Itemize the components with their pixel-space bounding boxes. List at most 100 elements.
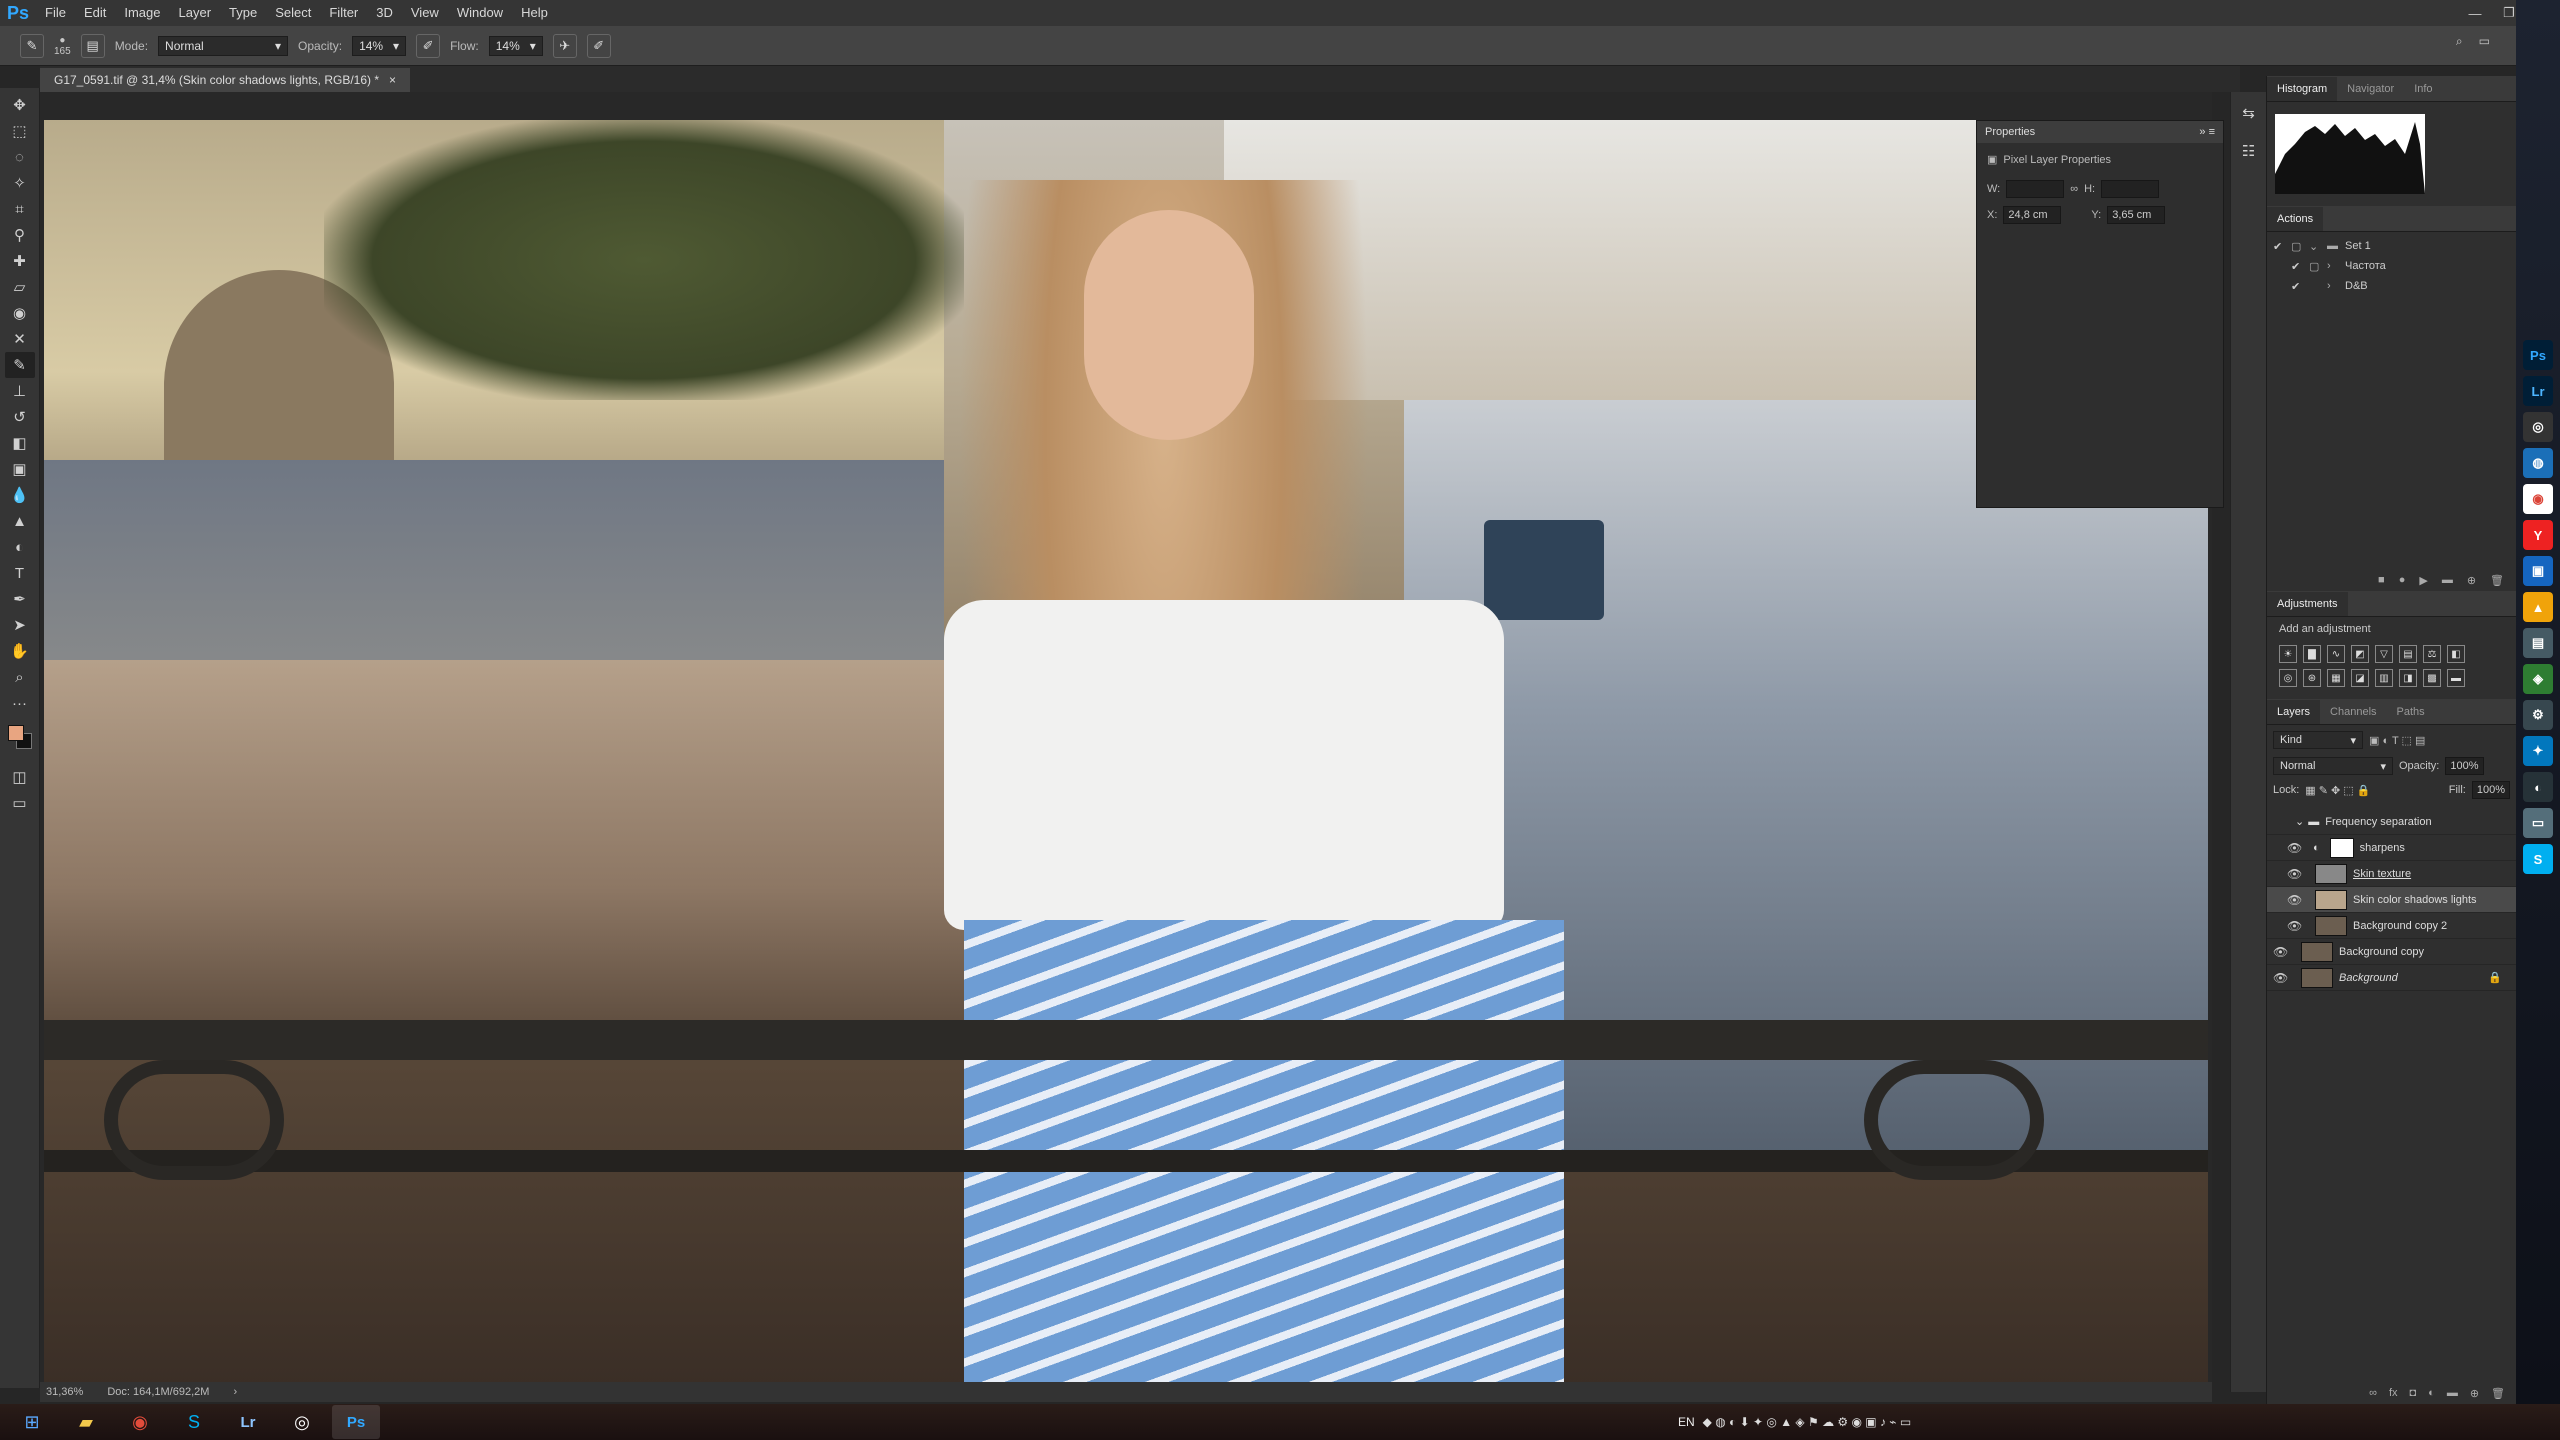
- screen-mode-icon[interactable]: ▭: [5, 790, 35, 816]
- black-white-icon[interactable]: ◧: [2447, 645, 2465, 663]
- new-set-icon[interactable]: ▬: [2442, 574, 2453, 587]
- hue-saturation-icon[interactable]: ▤: [2399, 645, 2417, 663]
- menu-edit[interactable]: Edit: [75, 0, 115, 26]
- close-icon[interactable]: ×: [389, 73, 396, 87]
- search-icon[interactable]: ⌕: [2456, 34, 2463, 49]
- record-icon[interactable]: ●: [2399, 574, 2406, 587]
- x-field[interactable]: 24,8 cm: [2003, 206, 2062, 224]
- chevron-right-icon[interactable]: ›: [2327, 260, 2339, 272]
- eye-icon[interactable]: 👁: [2287, 919, 2309, 933]
- tab-paths[interactable]: Paths: [2387, 700, 2435, 724]
- eye-icon[interactable]: 👁: [2273, 945, 2295, 959]
- menu-help[interactable]: Help: [512, 0, 557, 26]
- new-layer-icon[interactable]: ⊕: [2470, 1387, 2479, 1400]
- chrome-app-icon[interactable]: ◉: [2523, 484, 2553, 514]
- color-balance-icon[interactable]: ⚖: [2423, 645, 2441, 663]
- vibrance-icon[interactable]: ▽: [2375, 645, 2393, 663]
- document-app-icon[interactable]: ▤: [2523, 628, 2553, 658]
- eye-icon[interactable]: 👁: [2287, 867, 2309, 881]
- canvas-area[interactable]: [40, 92, 2212, 1384]
- action-item[interactable]: ✔ ▢ › Частота: [2273, 256, 2510, 276]
- layer-row[interactable]: 👁 Background copy 2: [2267, 913, 2516, 939]
- save-app-icon[interactable]: ▣: [2523, 556, 2553, 586]
- invert-icon[interactable]: ◪: [2351, 669, 2369, 687]
- photoshop-app-icon[interactable]: Ps: [2523, 340, 2553, 370]
- history-brush-tool-icon[interactable]: ↺: [5, 404, 35, 430]
- lock-icons[interactable]: ▦ ✎ ✥ ⬚ 🔒: [2305, 784, 2370, 797]
- new-action-icon[interactable]: ⊕: [2467, 574, 2476, 587]
- menu-file[interactable]: File: [36, 0, 75, 26]
- new-group-icon[interactable]: ▬: [2447, 1387, 2458, 1400]
- skype-icon[interactable]: S: [170, 1405, 218, 1439]
- trash-icon[interactable]: 🗑: [2490, 574, 2504, 587]
- workspace-icon[interactable]: ▭: [2479, 34, 2490, 49]
- eraser-tool-icon[interactable]: ◧: [5, 430, 35, 456]
- selective-color-icon[interactable]: ▩: [2423, 669, 2441, 687]
- fill-field[interactable]: 100%: [2471, 781, 2510, 799]
- media-app-icon[interactable]: ◐: [2523, 772, 2553, 802]
- tab-actions[interactable]: Actions: [2267, 207, 2324, 231]
- pen-tool-icon[interactable]: ✒: [5, 586, 35, 612]
- minimize-button[interactable]: —: [2458, 0, 2492, 26]
- lightroom-app-icon[interactable]: Lr: [2523, 376, 2553, 406]
- tray-icons[interactable]: ◆ ◍ ◐ ⬇ ✦ ◎ ▲ ◈ ⚑ ☁ ⚙ ◉ ▣ ♪ ⌁ ▭: [1703, 1415, 1912, 1429]
- panel-menu-icon[interactable]: » ≡: [2199, 126, 2215, 138]
- chrome-icon[interactable]: ◉: [116, 1405, 164, 1439]
- layer-opacity-field[interactable]: 100%: [2445, 757, 2484, 775]
- tab-adjustments[interactable]: Adjustments: [2267, 592, 2348, 616]
- tab-channels[interactable]: Channels: [2320, 700, 2386, 724]
- eye-icon[interactable]: 👁: [2287, 893, 2309, 907]
- airbrush-icon[interactable]: ✈: [552, 33, 577, 58]
- network-app-icon[interactable]: ◈: [2523, 664, 2553, 694]
- menu-view[interactable]: View: [402, 0, 448, 26]
- globe-app-icon[interactable]: ◍: [2523, 448, 2553, 478]
- layer-row[interactable]: 👁 ◐ sharpens: [2267, 835, 2516, 861]
- document-tab[interactable]: G17_0591.tif @ 31,4% (Skin color shadows…: [40, 68, 411, 92]
- start-button[interactable]: ⊞: [8, 1405, 56, 1439]
- dialog-toggle-icon[interactable]: ▢: [2309, 260, 2321, 273]
- type-tool-icon[interactable]: T: [5, 560, 35, 586]
- check-icon[interactable]: ✔: [2291, 260, 2303, 273]
- color-swatches[interactable]: [5, 722, 35, 758]
- menu-image[interactable]: Image: [115, 0, 169, 26]
- brightness-icon[interactable]: ☀: [2279, 645, 2297, 663]
- warning-app-icon[interactable]: ▲: [2523, 592, 2553, 622]
- chevron-right-icon[interactable]: ›: [2327, 280, 2339, 292]
- tab-info[interactable]: Info: [2404, 77, 2442, 101]
- link-layers-icon[interactable]: ∞: [2369, 1387, 2377, 1400]
- clone-stamp-tool-icon[interactable]: ⊥: [5, 378, 35, 404]
- tab-histogram[interactable]: Histogram: [2267, 77, 2338, 101]
- blend-mode-select[interactable]: Normal ▾: [2273, 757, 2393, 775]
- chevron-right-icon[interactable]: ›: [233, 1386, 237, 1398]
- pressure-size-icon[interactable]: ✐: [586, 33, 611, 58]
- move-tool-icon[interactable]: ✥: [5, 92, 35, 118]
- play-icon[interactable]: ▶: [2419, 574, 2427, 587]
- gradient-tool-icon[interactable]: ▣: [5, 456, 35, 482]
- dialog-toggle-icon[interactable]: ▢: [2291, 240, 2303, 253]
- photoshop-icon[interactable]: Ps: [332, 1405, 380, 1439]
- properties-panel-icon[interactable]: ☷: [2234, 138, 2264, 164]
- sharpen-tool-icon[interactable]: ▲: [5, 508, 35, 534]
- layer-row[interactable]: 👁 Skin texture: [2267, 861, 2516, 887]
- document-canvas[interactable]: [44, 120, 2208, 1384]
- patch-tool-icon[interactable]: ▱: [5, 274, 35, 300]
- y-field[interactable]: 3,65 cm: [2107, 206, 2166, 224]
- path-select-tool-icon[interactable]: ➤: [5, 612, 35, 638]
- tab-navigator[interactable]: Navigator: [2337, 77, 2404, 101]
- posterize-icon[interactable]: ▥: [2375, 669, 2393, 687]
- color-lookup-icon[interactable]: ▦: [2327, 669, 2345, 687]
- photo-filter-icon[interactable]: ◎: [2279, 669, 2297, 687]
- layer-row-selected[interactable]: 👁 Skin color shadows lights: [2267, 887, 2516, 913]
- blur-tool-icon[interactable]: 💧: [5, 482, 35, 508]
- w-field[interactable]: [2006, 180, 2065, 198]
- flow-field[interactable]: 14% ▾: [488, 35, 543, 56]
- language-indicator[interactable]: EN: [1678, 1415, 1695, 1429]
- drive-app-icon[interactable]: ▭: [2523, 808, 2553, 838]
- menu-filter[interactable]: Filter: [320, 0, 367, 26]
- brush-tool-icon[interactable]: ✎: [4, 352, 35, 378]
- brush-settings-icon[interactable]: ▤: [80, 33, 105, 58]
- chevron-down-icon[interactable]: ⌄: [2295, 815, 2304, 828]
- lightroom-icon[interactable]: Lr: [224, 1405, 272, 1439]
- chevron-down-icon[interactable]: ⌄: [2309, 240, 2321, 253]
- eye-icon[interactable]: 👁: [2287, 841, 2309, 855]
